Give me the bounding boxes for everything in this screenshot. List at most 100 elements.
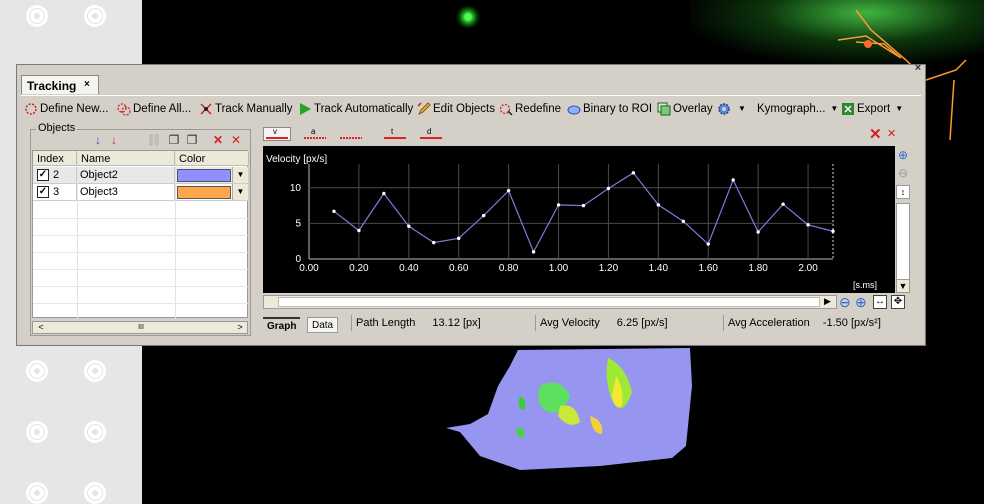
fluorescence-spot <box>455 6 481 28</box>
velocity-graph-label: v <box>273 127 277 136</box>
data-point <box>382 191 386 196</box>
track-automatically-button[interactable]: Track Automatically <box>298 100 413 117</box>
chart-horizontal-scrollbar[interactable]: ▶ <box>263 295 837 309</box>
distance-graph-button[interactable]: d <box>417 127 445 141</box>
tracking-window: × Tracking × Define New... Define All...… <box>16 62 926 346</box>
x-tick-label: 0.60 <box>449 263 469 274</box>
tab-tracking[interactable]: Tracking × <box>21 75 99 94</box>
pattern-icon <box>26 421 48 443</box>
tab-graph[interactable]: Graph <box>263 317 301 333</box>
distance-graph-label: d <box>427 127 432 136</box>
color-swatch[interactable] <box>177 186 231 199</box>
objects-panel: Objects ↓ ↓ ⛓ ❐ ❐ ✕ ✕ Index Name Color ✓… <box>30 122 251 336</box>
data-point <box>531 250 536 254</box>
binary-to-roi-icon <box>567 105 581 114</box>
x-tick-label: 0.00 <box>299 263 319 274</box>
kymograph-button[interactable]: Kymograph... ▼ <box>757 100 838 117</box>
data-point <box>506 188 511 193</box>
graph-line-icon <box>420 137 442 139</box>
index-cell: ✓ 2 <box>33 167 77 184</box>
edit-objects-button[interactable]: Edit Objects <box>417 100 495 117</box>
define-new-label: Define New... <box>40 102 109 115</box>
color-swatch[interactable] <box>177 169 231 182</box>
settings-button[interactable]: ▼ <box>717 100 746 117</box>
table-row[interactable]: ✓ 2 Object2 ▼ <box>33 167 249 184</box>
row-checkbox[interactable]: ✓ <box>37 169 49 181</box>
tab-close-button[interactable]: × <box>84 79 90 90</box>
define-new-button[interactable]: Define New... <box>24 100 108 117</box>
color-dropdown-button[interactable]: ▼ <box>232 184 248 200</box>
chart-svg: Velocity [px/s] [s.ms] 0.00 0.20 0.40 0.60 0… <box>266 154 877 290</box>
table-row[interactable]: ✓ 3 Object3 ▼ <box>33 184 249 201</box>
scroll-down-button[interactable]: ▼ <box>896 279 910 293</box>
sort-descending-icon[interactable]: ↓ <box>106 132 122 148</box>
column-header-color[interactable]: Color <box>175 151 249 166</box>
fit-vertical-icon[interactable]: ↕ <box>896 185 910 199</box>
y-tick-label: 0 <box>295 254 301 265</box>
data-point <box>806 223 810 227</box>
redefine-label: Redefine <box>515 102 562 115</box>
overlay-button[interactable]: Overlay <box>657 100 713 117</box>
export-button[interactable]: Export ▼ <box>841 100 903 117</box>
velocity-chart[interactable]: Velocity [px/s] [s.ms] 0.00 0.20 0.40 0.60 0… <box>263 146 895 293</box>
zoom-out-icon[interactable]: ⊖ <box>896 167 910 181</box>
sort-ascending-icon[interactable]: ↓ <box>90 132 106 148</box>
acceleration-graph-button[interactable]: a <box>301 127 329 141</box>
define-all-button[interactable]: Define All... <box>117 100 191 117</box>
scroll-thumb[interactable] <box>278 297 820 307</box>
velocity-graph-button[interactable]: v <box>263 127 291 141</box>
vertical-scroll-track[interactable] <box>896 203 910 281</box>
kymograph-label: Kymograph... <box>757 102 826 115</box>
row-checkbox[interactable]: ✓ <box>37 186 49 198</box>
export-label: Export <box>857 102 891 115</box>
delete-all-icon[interactable]: ✕ <box>228 132 244 148</box>
chevron-down-icon: ▼ <box>738 104 746 113</box>
duplicate-icon[interactable]: ❐ <box>184 132 200 148</box>
pattern-icon <box>26 360 48 382</box>
zoom-out-horizontal-icon[interactable]: ⊖ <box>839 294 851 310</box>
column-header-index[interactable]: Index <box>33 151 77 166</box>
track-manually-button[interactable]: Track Manually <box>199 100 293 117</box>
x-tick-label: 0.20 <box>349 263 369 274</box>
define-new-icon <box>25 102 37 115</box>
copy-icon[interactable]: ❐ <box>166 132 182 148</box>
x-tick-label: 2.00 <box>798 263 818 274</box>
time-graph-button[interactable]: t <box>381 127 409 141</box>
fit-horizontal-icon[interactable]: ↔ <box>873 295 887 309</box>
pattern-icon <box>84 482 106 504</box>
chevron-down-icon: ▼ <box>830 104 839 113</box>
clear-all-graph-icon[interactable]: ✕ <box>887 127 896 140</box>
overlay-label: Overlay <box>673 102 713 115</box>
grid-line <box>33 303 249 304</box>
scroll-right-button[interactable]: ▶ <box>824 296 831 307</box>
objects-scrollbar[interactable]: < III > <box>32 321 248 334</box>
play-icon <box>300 102 311 115</box>
window-close-button[interactable]: × <box>912 62 924 74</box>
index-cell: ✓ 3 <box>33 184 77 201</box>
fit-all-icon[interactable]: ✥ <box>891 295 905 309</box>
x-tick-label: 1.40 <box>649 263 669 274</box>
define-all-label: Define All... <box>133 102 192 115</box>
dotted-graph-button[interactable] <box>337 127 365 141</box>
grid-line <box>33 218 249 219</box>
redefine-button[interactable]: Redefine <box>499 100 561 117</box>
link-icon[interactable]: ⛓ <box>146 132 162 148</box>
zoom-in-icon[interactable]: ⊕ <box>896 149 910 163</box>
binary-to-roi-button[interactable]: Binary to ROI <box>567 100 652 117</box>
gear-icon <box>718 102 730 115</box>
delete-icon[interactable]: ✕ <box>210 132 226 148</box>
scroll-left-button[interactable]: < <box>34 322 48 333</box>
data-point <box>332 209 336 213</box>
window-titlebar: × <box>17 62 925 75</box>
path-length-label: Path Length <box>356 317 416 329</box>
edit-objects-label: Edit Objects <box>433 102 495 115</box>
column-header-name[interactable]: Name <box>77 151 175 166</box>
scroll-right-button[interactable]: > <box>233 322 247 333</box>
color-dropdown-button[interactable]: ▼ <box>232 167 248 183</box>
clear-graph-icon[interactable]: ✕ <box>869 125 882 143</box>
tab-data[interactable]: Data <box>307 317 339 333</box>
data-point <box>656 203 661 207</box>
zoom-in-horizontal-icon[interactable]: ⊕ <box>855 294 867 310</box>
scroll-thumb[interactable]: III <box>133 322 149 333</box>
data-point <box>681 219 685 223</box>
